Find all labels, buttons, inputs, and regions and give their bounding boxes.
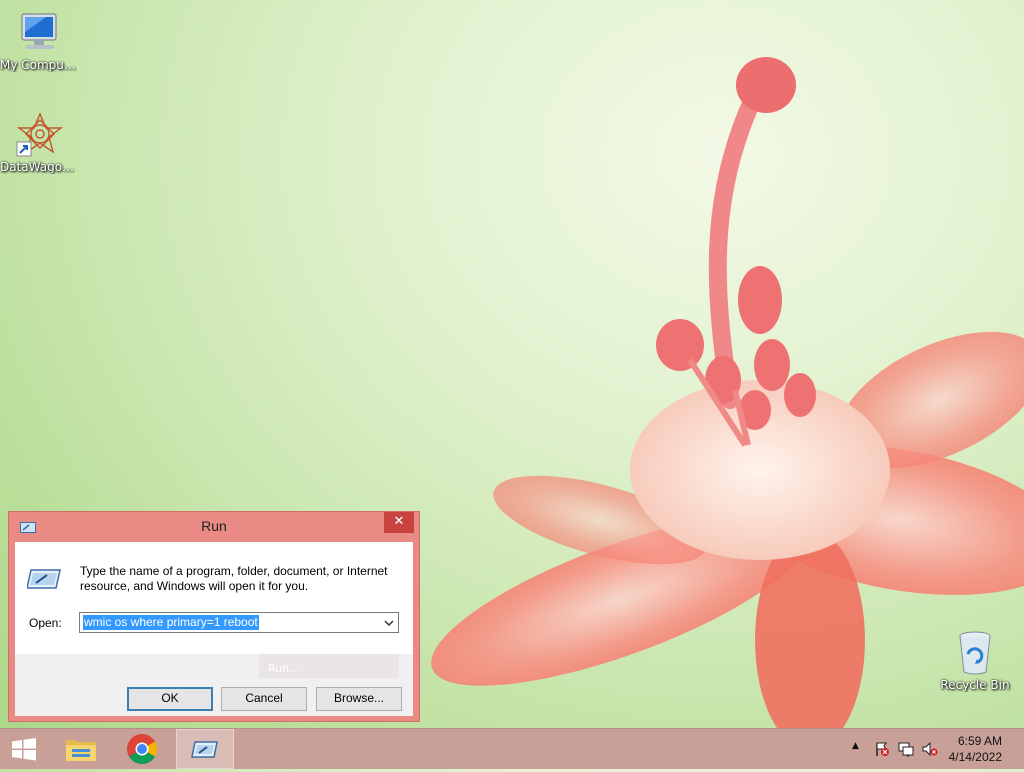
ok-button[interactable]: OK xyxy=(127,687,213,711)
chevron-down-icon[interactable] xyxy=(382,616,396,630)
cancel-button[interactable]: Cancel xyxy=(221,687,307,711)
taskbar: ▲ 6:59 AM 4/14/2022 xyxy=(0,728,1024,769)
run-dialog-content: Type the name of a program, folder, docu… xyxy=(15,542,413,654)
run-dialog: Run ✕ Type the name of a program, folder… xyxy=(8,511,420,722)
clock-time: 6:59 AM xyxy=(957,734,1002,748)
datawagon-shortcut-icon xyxy=(16,112,64,158)
windows-logo-icon xyxy=(12,738,36,761)
desktop-icon-datawagon[interactable]: DataWagon... xyxy=(0,112,80,174)
recycle-bin-icon xyxy=(951,630,999,676)
browse-button[interactable]: Browse... xyxy=(316,687,402,711)
file-explorer-icon xyxy=(66,740,96,761)
run-taskbar-button[interactable] xyxy=(176,729,234,769)
start-button[interactable] xyxy=(0,729,48,769)
run-dialog-title: Run xyxy=(201,518,227,534)
close-button[interactable]: ✕ xyxy=(384,512,414,533)
run-dialog-body: Type the name of a program, folder, docu… xyxy=(15,542,413,716)
show-hidden-icons-arrow[interactable]: ▲ xyxy=(852,741,868,757)
run-dialog-titlebar[interactable]: Run ✕ xyxy=(9,512,419,541)
run-program-icon xyxy=(27,569,61,589)
taskbar-clock[interactable]: 6:59 AM 4/14/2022 xyxy=(949,733,1002,765)
desktop-icon-label: Recycle Bin xyxy=(940,678,1010,692)
computer-icon xyxy=(16,10,64,56)
chrome-icon xyxy=(127,734,158,765)
run-description: Type the name of a program, folder, docu… xyxy=(80,564,388,593)
file-explorer-taskbar-button[interactable] xyxy=(58,729,106,769)
open-label: Open: xyxy=(29,616,62,630)
open-combobox[interactable]: wmic os where primary=1 reboot xyxy=(79,612,399,633)
run-taskbar-icon xyxy=(191,741,218,758)
volume-muted-icon[interactable] xyxy=(922,741,938,757)
desktop-icon-label: My Computer xyxy=(0,58,80,72)
ghost-run-tooltip: Run... xyxy=(259,654,399,678)
action-center-flag-icon[interactable] xyxy=(874,741,890,757)
chrome-taskbar-button[interactable] xyxy=(118,729,166,769)
clock-date: 4/14/2022 xyxy=(948,750,1002,764)
network-icon[interactable] xyxy=(898,741,914,757)
desktop-icon-my-computer[interactable]: My Computer xyxy=(0,10,80,72)
desktop-icon-recycle-bin[interactable]: Recycle Bin xyxy=(935,630,1015,692)
open-input-value[interactable]: wmic os where primary=1 reboot xyxy=(83,615,259,630)
desktop-icon-label: DataWagon... xyxy=(0,160,80,174)
